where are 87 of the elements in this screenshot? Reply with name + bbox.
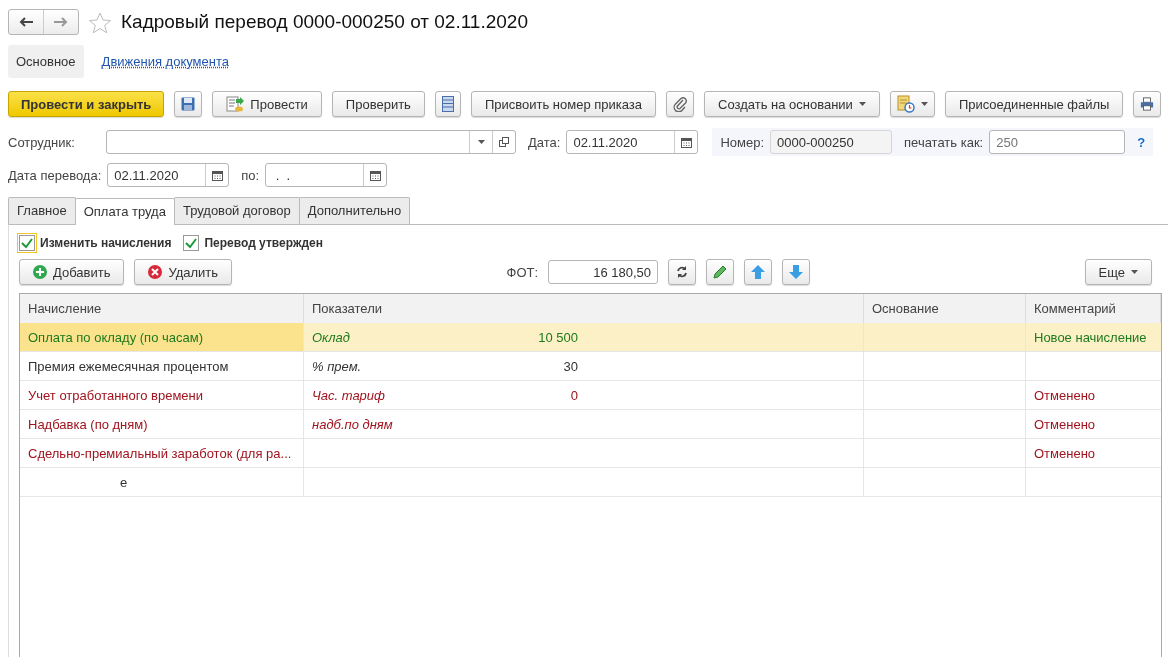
table-cell: Отменено — [1026, 439, 1161, 468]
table-cell: 30 — [466, 352, 586, 381]
table-cell: Оклад — [304, 323, 466, 352]
section-tab[interactable]: Движения документа — [93, 45, 237, 78]
field-label: Сотрудник: — [8, 134, 76, 150]
paperclip-icon — [673, 96, 687, 112]
document-arrow-icon — [226, 96, 245, 112]
print-button[interactable] — [1133, 91, 1162, 117]
down-arrow-icon — [789, 265, 804, 279]
table-cell: 10 500 — [466, 323, 586, 352]
field-label: по: — [241, 167, 260, 183]
table-cell: Отменено — [1026, 381, 1161, 410]
toolbar-button[interactable]: Присвоить номер приказа — [470, 91, 656, 117]
field-label: ФОТ: — [506, 264, 539, 280]
table-cell: Отменено — [1026, 410, 1161, 439]
form-tab[interactable]: Оплата труда — [74, 198, 175, 225]
document-clock-icon — [896, 95, 915, 113]
table-cell: Надбавка (по дням) — [20, 410, 304, 439]
table-cell: Учет отработанного времени — [20, 381, 304, 410]
forward-arrow-icon — [54, 17, 68, 27]
close-icon — [148, 265, 163, 279]
table-cell: Час. тариф — [304, 381, 466, 410]
refresh-icon — [676, 266, 689, 278]
section-tab[interactable]: Основное — [8, 45, 84, 78]
save-button[interactable] — [174, 91, 203, 117]
field-label: Номер: — [720, 134, 765, 150]
printer-icon — [1140, 96, 1155, 112]
post-button[interactable]: Провести — [212, 91, 322, 117]
caret-icon — [477, 140, 485, 144]
checkbox-label: Перевод утвержден — [204, 236, 323, 250]
table-cell: Сдельно-премиальный заработок (для ра... — [20, 439, 304, 468]
form-tab[interactable]: Дополнительно — [298, 197, 411, 224]
column-header: Показатели — [304, 294, 864, 324]
calendar-icon — [211, 169, 223, 181]
move-up-button[interactable] — [744, 259, 773, 285]
move-down-button[interactable] — [782, 259, 811, 285]
end-date-field[interactable]: . . — [265, 163, 388, 187]
refresh-button[interactable] — [668, 259, 697, 285]
delete-button[interactable]: Удалить — [134, 259, 233, 285]
add-button[interactable]: Добавить — [19, 259, 125, 285]
transfer-date-field[interactable]: 02.11.2020 — [107, 163, 230, 187]
caret-icon — [1131, 270, 1138, 274]
toolbar-button[interactable]: Проверить — [331, 91, 425, 117]
column-header: Основание — [864, 294, 1026, 324]
employee-field[interactable] — [106, 130, 516, 154]
help-link[interactable]: ? — [1137, 134, 1146, 150]
print-as-field[interactable]: 250 — [989, 130, 1126, 154]
checkbox-label: Изменить начисления — [40, 236, 172, 250]
create-based-on-button[interactable]: Создать на основании — [704, 91, 880, 117]
reports-button[interactable] — [889, 91, 935, 117]
toolbar-button[interactable]: Присоединенные файлы — [944, 91, 1124, 117]
more-button[interactable]: Еще — [1084, 259, 1152, 285]
window-title: Кадровый перевод 0000-000250 от 02.11.2020 — [121, 11, 528, 33]
payroll-field[interactable]: 16 180,50 — [548, 260, 659, 284]
table-cell: Новое начисление — [1026, 323, 1161, 352]
clip-button[interactable] — [666, 91, 694, 117]
table-cell: е — [20, 468, 304, 497]
post-and-close-button[interactable]: Провести и закрыть — [8, 91, 165, 117]
form-tab[interactable]: Трудовой договор — [173, 197, 300, 224]
caret-icon — [858, 102, 866, 106]
back-arrow-icon — [19, 17, 33, 27]
calendar-icon — [680, 136, 692, 148]
checkmark-icon — [185, 237, 198, 249]
edit-button[interactable] — [706, 259, 735, 285]
table-cell: Оплата по окладу (по часам) — [20, 323, 304, 352]
date-field[interactable]: 02.11.2020 — [566, 130, 699, 154]
number-field[interactable]: 0000-000250 — [770, 130, 893, 154]
star-icon[interactable] — [89, 11, 111, 33]
field-label: Дата: — [528, 134, 561, 150]
field-label: Дата перевода: — [8, 167, 102, 183]
calendar-icon — [369, 169, 381, 181]
table-cell: Премия ежемесячная процентом — [20, 352, 304, 381]
plus-icon — [33, 265, 47, 279]
table-cell: 0 — [466, 381, 586, 410]
list-button[interactable] — [434, 91, 461, 117]
column-header: Комментарий — [1026, 294, 1161, 324]
list-icon — [441, 96, 454, 112]
checkbox[interactable] — [183, 235, 200, 251]
caret-icon — [920, 102, 928, 106]
column-header: Начисление — [20, 294, 304, 324]
form-tab[interactable]: Главное — [8, 197, 76, 224]
table-cell: % прем. — [304, 352, 466, 381]
up-arrow-icon — [751, 265, 766, 279]
field-label: печатать как: — [904, 134, 984, 150]
open-icon — [499, 137, 509, 147]
pencil-icon — [713, 265, 728, 279]
table-cell: надб.по дням — [304, 410, 466, 439]
